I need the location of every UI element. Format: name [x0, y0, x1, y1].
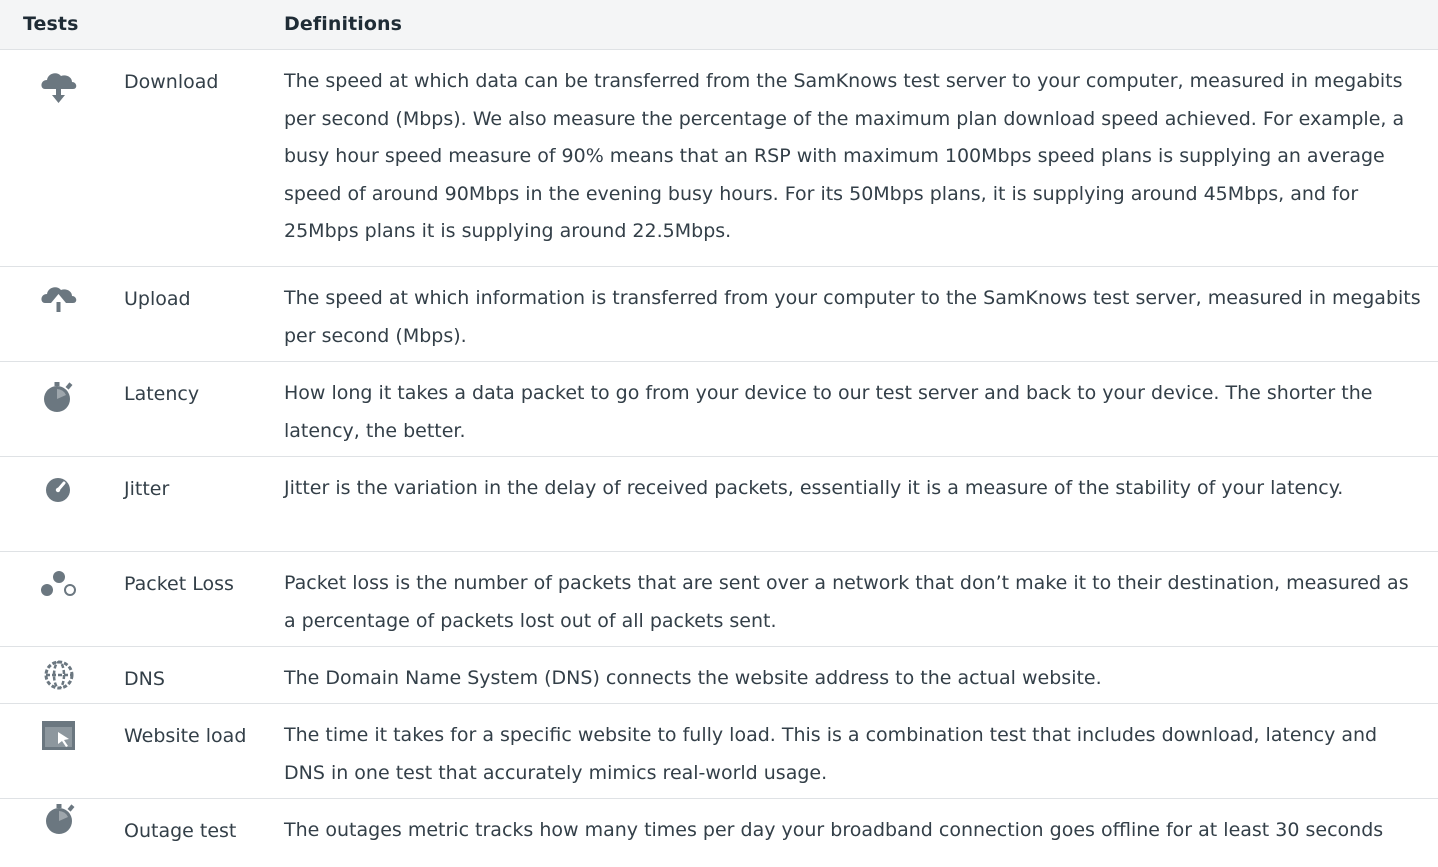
- table-row-download: Download The speed at which data can be …: [0, 50, 1438, 267]
- table-row-latency: Latency How long it takes a data packet …: [0, 362, 1438, 457]
- stopwatch-icon: [37, 799, 81, 843]
- test-definition: The Domain Name System (DNS) connects th…: [284, 667, 1102, 689]
- table-row-dns: DNS The Domain Name System (DNS) connect…: [0, 647, 1438, 704]
- test-name: Latency: [124, 383, 200, 405]
- tests-column-header: Tests: [23, 13, 79, 35]
- test-definition: Packet loss is the number of packets tha…: [284, 572, 1409, 632]
- packet-loss-icon: [37, 562, 81, 606]
- table-row-outage-test: Outage test The outages metric tracks ho…: [0, 799, 1438, 867]
- test-definition: The outages metric tracks how many times…: [284, 819, 1384, 841]
- table-row-packet-loss: Packet Loss Packet loss is the number of…: [0, 552, 1438, 647]
- test-name: Outage test: [124, 820, 237, 842]
- test-name: Download: [124, 71, 219, 93]
- test-definitions-table: Tests Definitions Download The speed at …: [0, 0, 1438, 867]
- stopwatch-icon: [37, 374, 81, 418]
- cloud-download-icon: [37, 65, 81, 109]
- test-name: Upload: [124, 288, 191, 310]
- gauge-icon: [37, 467, 81, 511]
- test-definition: The speed at which information is transf…: [284, 287, 1421, 347]
- table-row-upload: Upload The speed at which information is…: [0, 267, 1438, 362]
- test-name: Packet Loss: [124, 573, 234, 595]
- test-name: Website load: [124, 725, 247, 747]
- test-definition: Jitter is the variation in the delay of …: [284, 477, 1344, 499]
- test-name: DNS: [124, 668, 165, 690]
- test-definition: How long it takes a data packet to go fr…: [284, 382, 1373, 442]
- table-row-jitter: Jitter Jitter is the variation in the de…: [0, 457, 1438, 552]
- table-header: Tests Definitions: [0, 0, 1438, 50]
- website-load-icon: [37, 712, 81, 756]
- definitions-column-header: Definitions: [284, 13, 403, 35]
- cloud-upload-icon: [37, 277, 81, 321]
- table-row-website-load: Website load The time it takes for a spe…: [0, 704, 1438, 799]
- globe-icon: [37, 653, 81, 697]
- test-name: Jitter: [124, 478, 170, 500]
- test-definition: The speed at which data can be transferr…: [284, 70, 1405, 242]
- test-definition: The time it takes for a specific website…: [284, 724, 1378, 784]
